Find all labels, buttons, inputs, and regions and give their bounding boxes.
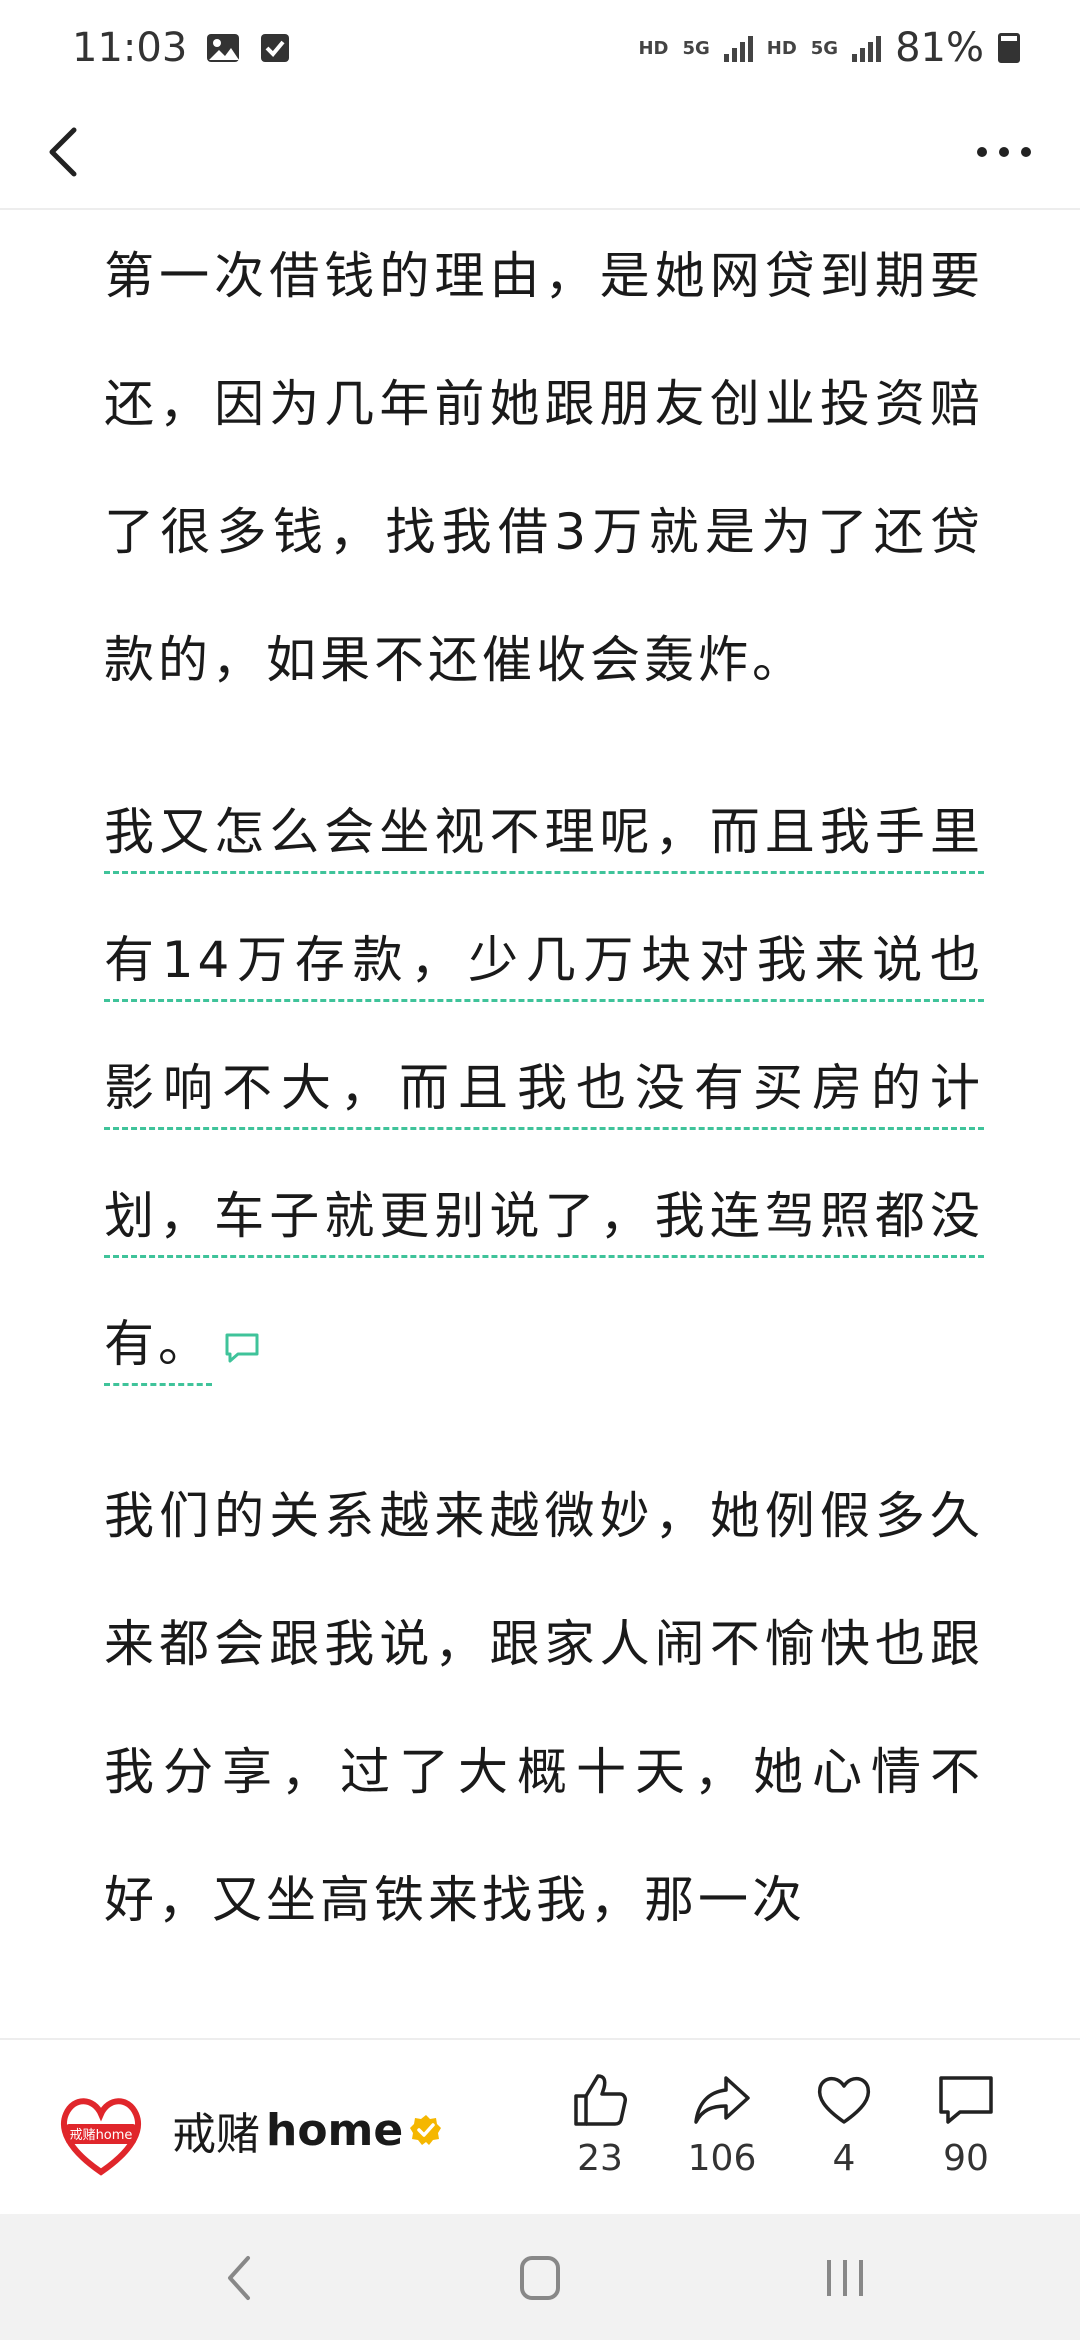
favorite-button[interactable]: 4 xyxy=(789,2070,899,2179)
share-button[interactable]: 106 xyxy=(667,2070,777,2179)
heart-icon xyxy=(817,2076,871,2124)
share-count: 106 xyxy=(687,2138,757,2179)
comment-count: 90 xyxy=(943,2138,989,2179)
author-name-latin: home xyxy=(266,2104,404,2156)
chevron-left-icon[interactable] xyxy=(30,116,102,188)
comment-button[interactable]: 90 xyxy=(911,2070,1021,2179)
status-right: HD 5G HD 5G 81% xyxy=(638,25,1020,71)
hd-label-1: HD xyxy=(638,37,669,59)
system-home-icon[interactable] xyxy=(510,2250,570,2306)
status-left: 11:03 xyxy=(72,25,291,71)
network-label-1: 5G xyxy=(682,37,710,59)
checkbox-icon xyxy=(261,34,290,62)
signal-icon-1 xyxy=(723,34,753,62)
status-time: 11:03 xyxy=(72,25,188,71)
like-count: 23 xyxy=(577,2138,623,2179)
status-bar: 11:03 HD 5G HD 5G 81% xyxy=(0,0,1080,96)
logo-text: 戒赌home xyxy=(70,2128,133,2143)
like-button[interactable]: 23 xyxy=(545,2070,655,2179)
thumbs-up-icon xyxy=(574,2074,627,2126)
paragraph-1: 第一次借钱的理由，是她网贷到期要还，因为几年前她跟朋友创业投资赔了很多钱，找我借… xyxy=(104,247,984,689)
paragraph-2: 我又怎么会坐视不理呢，而且我手里有14万存款，少几万块对我来说也影响不大，而且我… xyxy=(104,768,984,1408)
bottom-action-bar: 戒赌home 戒赌 home 23 106 4 90 xyxy=(0,2038,1080,2214)
share-arrow-icon xyxy=(694,2076,750,2124)
comment-icon xyxy=(939,2076,993,2124)
system-nav-bar xyxy=(0,2214,1080,2340)
battery-text: 81% xyxy=(895,25,984,71)
hd-label-2: HD xyxy=(766,37,797,59)
image-icon xyxy=(207,34,240,62)
verified-badge-icon xyxy=(410,2115,442,2145)
signal-icon-2 xyxy=(852,34,882,62)
highlighted-text[interactable]: 我又怎么会坐视不理呢，而且我手里有14万存款，少几万块对我来说也影响不大，而且我… xyxy=(104,803,984,1373)
nav-bar xyxy=(0,96,1080,210)
article-body: 第一次借钱的理由，是她网贷到期要还，因为几年前她跟朋友创业投资赔了很多钱，找我借… xyxy=(104,212,984,2008)
favorite-count: 4 xyxy=(832,2138,856,2179)
battery-icon xyxy=(998,33,1020,63)
paragraph-3: 我们的关系越来越微妙，她例假多久来都会跟我说，跟家人闹不愉快也跟我分享，过了大概… xyxy=(104,1487,984,1929)
system-recents-icon[interactable] xyxy=(815,2250,875,2306)
more-horizontal-icon[interactable] xyxy=(968,116,1040,188)
system-back-icon[interactable] xyxy=(210,2250,270,2306)
author-name-cn: 戒赌 xyxy=(172,2109,260,2160)
author-name[interactable]: 戒赌 home xyxy=(172,2098,443,2162)
network-label-2: 5G xyxy=(810,37,839,59)
heart-logo-icon[interactable]: 戒赌home xyxy=(56,2092,146,2178)
annotation-comment-icon[interactable] xyxy=(224,1332,260,1364)
